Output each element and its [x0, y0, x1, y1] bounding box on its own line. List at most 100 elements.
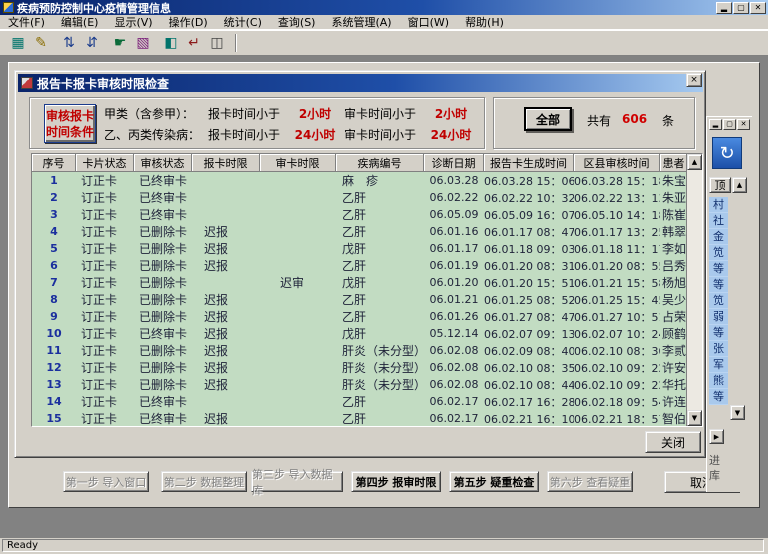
minimize-icon[interactable]: ▂ — [716, 2, 732, 14]
scroll-down-icon[interactable]: ▼ — [730, 405, 745, 420]
table-row[interactable]: 3订正卡已终审卡乙肝06.05.0906.05.09 16：0706.05.10… — [32, 206, 702, 223]
unit-label: 条 — [662, 112, 674, 129]
column-header-0[interactable]: 序号 — [32, 154, 76, 172]
column-header-6[interactable]: 诊断日期 — [424, 154, 484, 172]
bg-cell-6: 笕 — [709, 293, 728, 309]
cell-r13-c2: 已删除卡 — [134, 376, 192, 393]
scroll-up-icon[interactable]: ▲ — [732, 177, 747, 193]
table-row[interactable]: 4订正卡已删除卡迟报乙肝06.01.1606.01.17 08：4706.01.… — [32, 223, 702, 240]
table-row[interactable]: 12订正卡已删除卡迟报肝炎（未分型）06.02.0806.02.10 08：35… — [32, 359, 702, 376]
dialog-title-bar: 报告卡报卡审核时限检查 — [18, 74, 703, 92]
cell-r2-c7: 06.02.22 10：32 — [484, 190, 574, 206]
menu-item-0[interactable]: 文件(F) — [0, 13, 53, 31]
table-row[interactable]: 6订正卡已删除卡迟报乙肝06.01.1906.01.20 08：3106.01.… — [32, 257, 702, 274]
column-header-7[interactable]: 报告卡生成时间 — [484, 154, 574, 172]
cell-r13-c1: 订正卡 — [76, 376, 134, 393]
cell-r14-c6: 06.02.17 — [424, 395, 484, 408]
cell-r13-c5: 肝炎（未分型） — [336, 376, 424, 393]
grid-vertical-scrollbar[interactable]: ▲ ▼ — [686, 154, 702, 426]
summary-groupbox: 全部 共有 606 条 — [493, 97, 695, 149]
column-header-8[interactable]: 区县审核时间 — [574, 154, 660, 172]
menu-item-1[interactable]: 编辑(E) — [53, 13, 107, 31]
close-icon[interactable]: ✕ — [737, 119, 750, 130]
table-row[interactable]: 14订正卡已终审卡乙肝06.02.1706.02.17 16：2806.02.1… — [32, 393, 702, 410]
table-row[interactable]: 1订正卡已终审卡麻 疹06.03.2806.03.28 15：0606.03.2… — [32, 172, 702, 189]
table-row[interactable]: 13订正卡已删除卡迟报肝炎（未分型）06.02.0806.02.10 08：44… — [32, 376, 702, 393]
grid-window-icon[interactable]: ▦ — [8, 33, 28, 53]
cell-r2-c5: 乙肝 — [336, 189, 424, 206]
import-icon[interactable]: ↵ — [184, 33, 204, 53]
bg-cell-1: 社 — [709, 213, 728, 229]
menu-item-3[interactable]: 操作(D) — [161, 13, 216, 31]
bg-footer-text: 进库 — [709, 453, 731, 483]
step-button-4[interactable]: 第四步 报审时限 — [351, 471, 441, 492]
step-button-5[interactable]: 第五步 疑重检查 — [449, 471, 539, 492]
column-header-2[interactable]: 审核状态 — [134, 154, 192, 172]
filter-down-icon[interactable]: ⇵ — [82, 33, 102, 53]
column-header-5[interactable]: 疾病编号 — [336, 154, 424, 172]
cell-r4-c1: 订正卡 — [76, 223, 134, 240]
cell-r12-c2: 已删除卡 — [134, 359, 192, 376]
filter-up-icon[interactable]: ⇅ — [59, 33, 79, 53]
hand-select-icon[interactable]: ☛ — [110, 33, 130, 53]
dialog-close-icon[interactable]: × — [686, 73, 702, 87]
table-row[interactable]: 15订正卡已终审卡迟报乙肝06.02.1706.02.21 16：1006.02… — [32, 410, 702, 427]
cell-r13-c9: 华托 — [660, 376, 688, 393]
minimize-icon[interactable]: ▂ — [709, 119, 722, 130]
table-row[interactable]: 5订正卡已删除卡迟报戊肝06.01.1706.01.18 09：0306.01.… — [32, 240, 702, 257]
menu-item-8[interactable]: 帮助(H) — [457, 13, 512, 31]
exit-icon[interactable]: ◫ — [207, 33, 227, 53]
table-row[interactable]: 7订正卡已删除卡迟审戊肝06.01.2006.01.20 15：5106.01.… — [32, 274, 702, 291]
column-header-4[interactable]: 审卡时限 — [260, 154, 336, 172]
cell-r6-c7: 06.01.20 08：31 — [484, 258, 574, 274]
table-row[interactable]: 10订正卡已终审卡迟报戊肝05.12.1406.02.07 09：1306.02… — [32, 325, 702, 342]
cell-r9-c6: 06.01.26 — [424, 310, 484, 323]
cell-r8-c2: 已删除卡 — [134, 291, 192, 308]
condition-row-class-bc: 乙、丙类传染病： 报卡时间小于 24小时 审卡时间小于 24小时 — [104, 126, 480, 143]
cell-r13-c7: 06.02.10 08：44 — [484, 377, 574, 393]
scroll-up-icon[interactable]: ▲ — [687, 154, 702, 170]
column-header-1[interactable]: 卡片状态 — [76, 154, 134, 172]
audit-time-value: 24小时 — [422, 126, 480, 143]
cell-r12-c6: 06.02.08 — [424, 361, 484, 374]
toolbar-separator — [235, 34, 237, 52]
chart-edit-icon[interactable]: ▧ — [133, 33, 153, 53]
menu-item-6[interactable]: 系统管理(A) — [323, 13, 399, 31]
column-header-9[interactable]: 患者 — [660, 154, 688, 172]
table-row[interactable]: 8订正卡已删除卡迟报乙肝06.01.2106.01.25 08：5206.01.… — [32, 291, 702, 308]
table-row[interactable]: 2订正卡已终审卡乙肝06.02.2206.02.22 10：3206.02.22… — [32, 189, 702, 206]
audit-time-condition-button[interactable]: 审核报卡 时间条件 — [44, 104, 96, 143]
cell-r15-c7: 06.02.21 16：10 — [484, 411, 574, 427]
close-icon[interactable]: ✕ — [750, 2, 766, 14]
scroll-right-icon[interactable]: ▶ — [709, 429, 724, 444]
card-back-icon[interactable]: ◧ — [161, 33, 181, 53]
table-row[interactable]: 9订正卡已删除卡迟报乙肝06.01.2606.01.27 08：4706.01.… — [32, 308, 702, 325]
cell-r3-c0: 3 — [32, 208, 76, 221]
cell-r11-c3: 迟报 — [192, 342, 260, 359]
scroll-down-icon[interactable]: ▼ — [687, 410, 702, 426]
cell-r4-c9: 韩翠 — [660, 223, 688, 240]
cell-r11-c9: 李贰 — [660, 342, 688, 359]
column-header-3[interactable]: 报卡时限 — [192, 154, 260, 172]
maximize-icon[interactable]: ▢ — [723, 119, 736, 130]
cell-r10-c8: 06.02.07 10：24 — [574, 326, 660, 342]
cell-r10-c9: 顾鹤 — [660, 325, 688, 342]
edit-card-icon[interactable]: ✎ — [31, 33, 51, 53]
show-all-button[interactable]: 全部 — [524, 107, 572, 131]
refresh-icon[interactable]: ↻ — [712, 137, 742, 169]
cell-r9-c8: 06.01.27 10：51 — [574, 309, 660, 325]
maximize-icon[interactable]: ▢ — [733, 2, 749, 14]
menu-item-5[interactable]: 查询(S) — [270, 13, 324, 31]
menu-item-4[interactable]: 统计(C) — [216, 13, 270, 31]
audit-time-value: 2小时 — [422, 105, 480, 122]
menu-item-7[interactable]: 窗口(W) — [400, 13, 457, 31]
cell-r10-c3: 迟报 — [192, 325, 260, 342]
cell-r6-c6: 06.01.19 — [424, 259, 484, 272]
bg-cell-5: 等 — [709, 277, 728, 293]
close-button[interactable]: 关闭 — [645, 431, 701, 453]
cell-r5-c5: 戊肝 — [336, 240, 424, 257]
cell-r8-c0: 8 — [32, 293, 76, 306]
menu-item-2[interactable]: 显示(V) — [106, 13, 160, 31]
table-row[interactable]: 11订正卡已删除卡迟报肝炎（未分型）06.02.0806.02.09 08：40… — [32, 342, 702, 359]
bg-cell-10: 军 — [709, 357, 728, 373]
